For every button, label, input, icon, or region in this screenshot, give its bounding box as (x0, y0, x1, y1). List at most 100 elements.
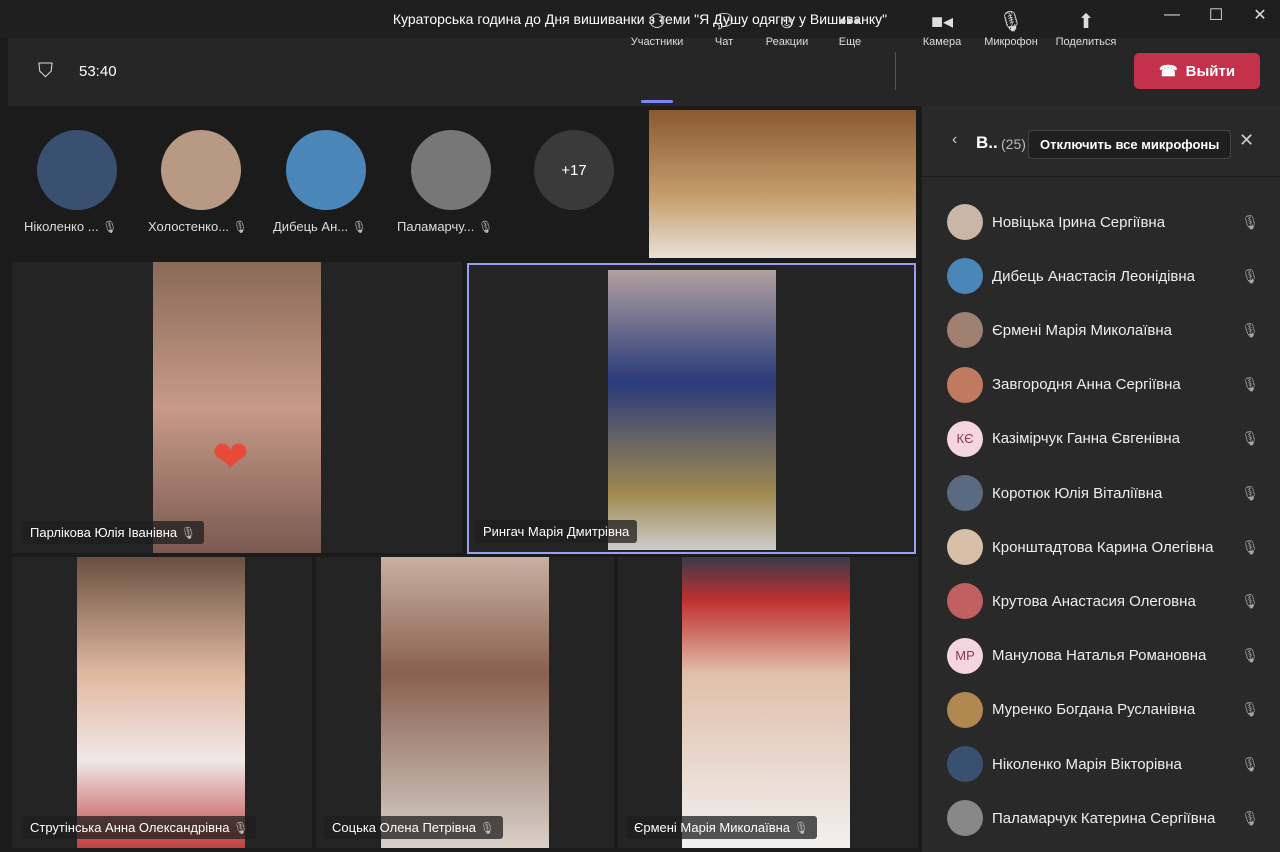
close-window-icon[interactable]: ✕ (1240, 0, 1280, 30)
mic-off-icon: 🎙︎ (1241, 267, 1259, 284)
participant-list-item[interactable]: МР Манулова Наталья Романовна 🎙︎ (947, 636, 1267, 676)
avatar (947, 366, 983, 403)
panel-title: В.. (976, 133, 998, 152)
chat-icon: 💬︎ (711, 11, 737, 33)
hangup-icon: ☎ (1158, 63, 1178, 80)
divider (895, 52, 896, 90)
heart-reaction-icon: ❤ (212, 433, 249, 482)
chat-button[interactable]: 💬︎ Чат (696, 8, 752, 48)
more-button[interactable]: ••• Еще (822, 8, 878, 48)
shield-icon: ⛉ (38, 60, 53, 82)
participant-name: Ніколенко Марія Вікторівна (992, 755, 1182, 773)
reaction-icon: ☺ (776, 11, 798, 33)
video-tile[interactable]: ❤ Парлікова Юлія Іванівна 🎙︎ (12, 262, 462, 553)
tile-name: Рингач Марія Дмитрівна (475, 520, 638, 543)
video-tile[interactable]: Єрмені Марія Миколаївна 🎙︎ (618, 557, 918, 848)
mic-off-icon: 🎙︎ (1241, 484, 1259, 501)
mic-off-icon: 🎙︎ (232, 220, 248, 234)
participant-list-item[interactable]: Крутова Анастасия Олеговна 🎙︎ (947, 581, 1267, 621)
avatar (947, 746, 983, 782)
video-feed (682, 557, 850, 848)
participant-list-item[interactable]: Кронштадтова Карина Олегівна 🎙︎ (947, 527, 1267, 567)
video-tile[interactable]: Соцька Олена Петрівна 🎙︎ (316, 557, 614, 848)
leave-button[interactable]: ☎ Выйти (1134, 53, 1260, 89)
mic-button[interactable]: 🎙︎ Микрофон (978, 8, 1044, 48)
strip-label: Холостенко... 🎙︎ (148, 219, 248, 234)
avatar (947, 312, 983, 349)
mic-off-icon: 🎙︎ (180, 526, 197, 540)
participant-list-item[interactable]: Муренко Богдана Русланівна 🎙︎ (947, 690, 1267, 730)
video-feed (153, 262, 321, 553)
mic-off-icon: 🎙︎ (793, 821, 809, 835)
participant-list-item[interactable]: Паламарчук Катерина Сергіївна 🎙︎ (947, 798, 1267, 838)
mic-off-icon: 🎙︎ (477, 220, 494, 234)
avatar (947, 204, 983, 240)
overflow-participants-button[interactable]: +17 (534, 130, 614, 210)
participant-list-item[interactable]: Дибець Анастасія Леонідівна 🎙︎ (947, 256, 1267, 296)
video-tile[interactable]: Струтінська Анна Олександрівна 🎙︎ (12, 557, 312, 848)
mic-off-icon: 🎙︎ (1241, 592, 1259, 609)
tile-name: Соцька Олена Петрівна 🎙︎ (324, 816, 503, 839)
participants-panel: ‹ В.. (25) Отключить все микрофоны ✕ Нов… (922, 106, 1280, 852)
chat-label: Чат (714, 36, 734, 48)
video-feed (77, 557, 245, 848)
participant-name: Завгородня Анна Сергіївна (992, 376, 1181, 394)
share-label: Поделиться (1055, 36, 1117, 48)
share-icon: ⬆ (1077, 11, 1095, 33)
participant-list-item[interactable]: Коротюк Юлія Віталіївна 🎙︎ (947, 473, 1267, 513)
participant-list-item[interactable]: Завгородня Анна Сергіївна 🎙︎ (947, 365, 1267, 405)
participant-count: (25) (1001, 136, 1026, 152)
tile-name: Єрмені Марія Миколаївна 🎙︎ (626, 816, 817, 839)
more-icon: ••• (839, 11, 861, 33)
strip-label: Паламарчу... 🎙︎ (397, 219, 494, 234)
mic-off-icon: 🎙︎ (1241, 321, 1259, 338)
tile-name: Парлікова Юлія Іванівна 🎙︎ (22, 521, 205, 544)
mic-off-icon: 🎙︎ (1241, 213, 1259, 230)
avatar: КЄ (947, 420, 983, 457)
participant-list-item[interactable]: Ніколенко Марія Вікторівна 🎙︎ (947, 744, 1267, 784)
avatar[interactable] (286, 130, 366, 210)
close-panel-icon[interactable]: ✕ (1239, 130, 1254, 151)
mic-off-icon: 🎙︎ (233, 821, 249, 835)
meeting-toolbar (8, 38, 1280, 106)
participant-list-item[interactable]: Новіцька Ірина Сергіївна 🎙︎ (947, 202, 1267, 242)
participant-name: Манулова Наталья Романовна (992, 647, 1207, 665)
participant-name: Муренко Богдана Русланівна (992, 701, 1196, 719)
participant-name: Коротюк Юлія Віталіївна (992, 484, 1163, 502)
avatar (947, 475, 983, 511)
mic-off-icon: 🎙︎ (998, 11, 1024, 33)
avatar (947, 691, 983, 728)
mute-all-button[interactable]: Отключить все микрофоны (1028, 130, 1232, 159)
camera-icon: ■◂ (930, 11, 954, 33)
avatar[interactable] (161, 130, 241, 210)
strip-label: Ніколенко ... 🎙︎ (24, 219, 118, 234)
avatar[interactable] (411, 130, 491, 210)
participant-list-item[interactable]: Єрмені Марія Миколаївна 🎙︎ (947, 310, 1267, 350)
mic-off-icon: 🎙︎ (479, 821, 495, 835)
minimize-icon[interactable]: — (1152, 0, 1192, 30)
meeting-timer: 53:40 (79, 63, 117, 80)
back-chevron-icon[interactable]: ‹ (952, 131, 957, 149)
avatar (947, 583, 983, 620)
avatar[interactable] (37, 130, 117, 210)
maximize-icon[interactable]: ☐ (1196, 0, 1236, 30)
participant-name: Крутова Анастасия Олеговна (992, 592, 1196, 610)
video-feed (381, 557, 549, 848)
participant-name: Дибець Анастасія Леонідівна (992, 267, 1195, 285)
avatar (947, 800, 983, 837)
participant-name: Новіцька Ірина Сергіївна (992, 213, 1166, 231)
participant-name: Кронштадтова Карина Олегівна (992, 538, 1214, 556)
video-tile-speaking[interactable]: Рингач Марія Дмитрівна (467, 263, 916, 554)
mic-off-icon: 🎙︎ (1241, 647, 1259, 664)
mic-label: Микрофон (984, 36, 1038, 48)
share-button[interactable]: ⬆ Поделиться (1052, 8, 1120, 48)
participants-button[interactable]: ⚇ Участники (625, 8, 689, 48)
reactions-button[interactable]: ☺ Реакции (759, 8, 815, 48)
camera-button[interactable]: ■◂ Камера (914, 8, 970, 48)
mic-off-icon: 🎙︎ (1241, 430, 1259, 447)
participant-name: Казімірчук Ганна Євгенівна (992, 430, 1180, 448)
participant-name: Паламарчук Катерина Сергіївна (992, 809, 1216, 827)
mic-off-icon: 🎙︎ (1241, 755, 1259, 772)
active-tab-indicator (641, 100, 673, 103)
participant-list-item[interactable]: КЄ Казімірчук Ганна Євгенівна 🎙︎ (947, 419, 1267, 459)
